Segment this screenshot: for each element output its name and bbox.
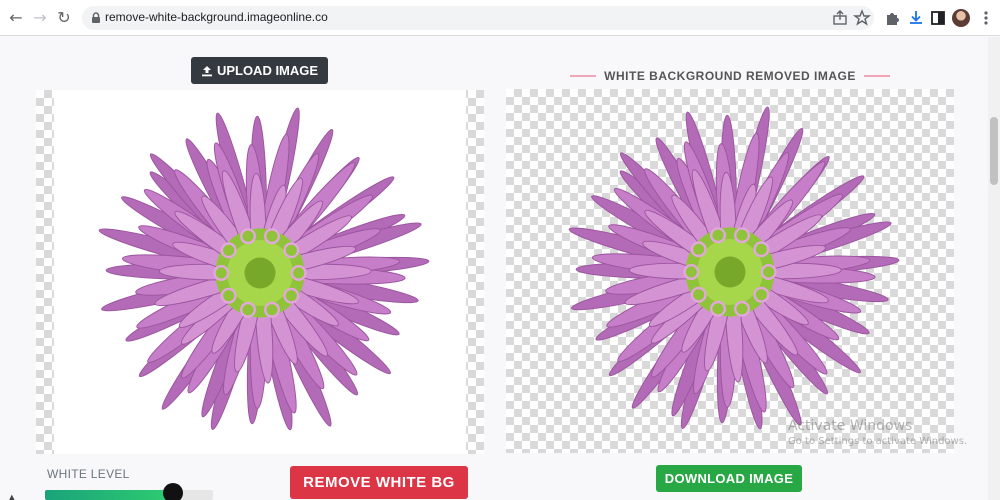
url-text[interactable]: remove-white-background.imageonline.co <box>105 10 328 24</box>
slider-fill <box>45 490 173 500</box>
page-scrollbar[interactable] <box>988 37 1000 500</box>
title-line-left <box>570 75 597 77</box>
share-icon[interactable] <box>830 8 850 28</box>
back-icon[interactable]: ← <box>6 8 26 28</box>
windows-activation-watermark: Activate Windows Go to Settings to activ… <box>788 418 967 447</box>
result-title-text: WHITE BACKGROUND REMOVED IMAGE <box>604 69 856 83</box>
watermark-title: Activate Windows <box>788 418 913 434</box>
download-icon[interactable] <box>906 8 926 28</box>
browser-toolbar: ← → ↻ remove-white-background.imageonlin… <box>0 0 1000 36</box>
slider-handle[interactable] <box>162 483 183 500</box>
download-image-button[interactable]: DOWNLOAD IMAGE <box>656 465 802 492</box>
extensions-icon[interactable] <box>882 8 902 28</box>
avatar[interactable] <box>952 9 970 27</box>
upload-label[interactable]: UPLOAD IMAGE <box>217 63 318 78</box>
original-flower-image <box>98 107 430 431</box>
scrollbar-thumb[interactable] <box>990 117 998 185</box>
title-line-right <box>863 75 891 77</box>
white-level-label: WHITE LEVEL <box>47 467 130 481</box>
chevron-up-icon[interactable]: ▲ <box>8 493 30 500</box>
result-flower-image <box>568 106 900 430</box>
sidepanel-icon[interactable] <box>928 8 948 28</box>
result-title: WHITE BACKGROUND REMOVED IMAGE <box>570 68 891 84</box>
remove-white-bg-button[interactable]: REMOVE WHITE BG <box>290 466 468 499</box>
reload-icon[interactable]: ↻ <box>54 8 74 28</box>
original-image-panel <box>36 90 484 454</box>
upload-icon <box>201 65 212 76</box>
upload-image-button[interactable]: UPLOAD IMAGE <box>191 57 328 84</box>
white-level-slider[interactable] <box>45 483 213 500</box>
bookmark-star-icon[interactable] <box>852 8 872 28</box>
lock-icon[interactable] <box>88 10 104 26</box>
forward-icon[interactable]: → <box>30 8 50 28</box>
watermark-subtitle: Go to Settings to activate Windows. <box>788 436 968 447</box>
address-bar[interactable]: remove-white-background.imageonline.co <box>82 6 874 30</box>
result-image-panel <box>506 89 954 453</box>
menu-icon[interactable] <box>976 8 996 28</box>
